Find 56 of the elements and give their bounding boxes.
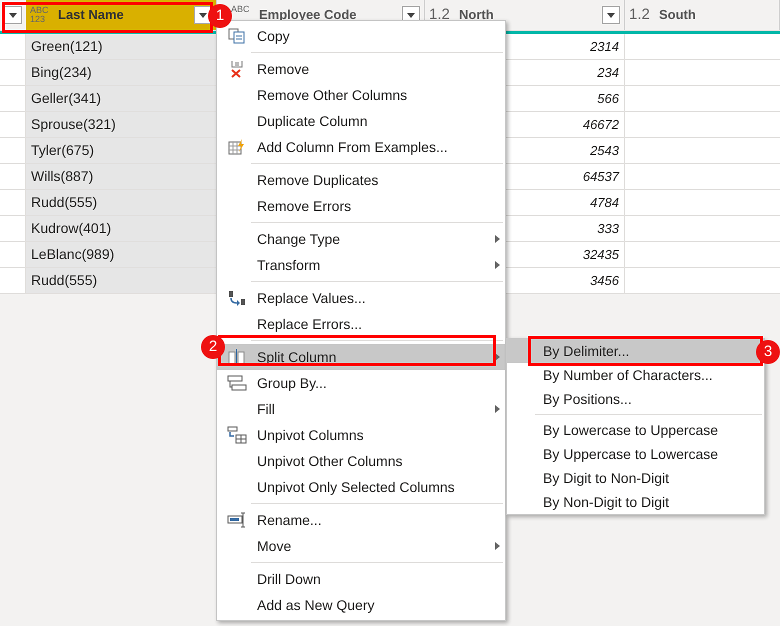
menu-item[interactable]: Group By... bbox=[217, 370, 505, 396]
type-label: ABC bbox=[231, 5, 251, 14]
caret-icon bbox=[607, 12, 615, 18]
delete-column-icon bbox=[229, 60, 245, 78]
menu-item[interactable]: By Uppercase to Lowercase bbox=[507, 442, 764, 466]
filter-button[interactable] bbox=[602, 6, 620, 24]
rename-icon bbox=[227, 512, 247, 528]
table-cell: Rudd(555) bbox=[26, 268, 217, 293]
caret-icon bbox=[199, 12, 207, 18]
menu-item[interactable]: By Lowercase to Uppercase bbox=[507, 418, 764, 442]
menu-item[interactable]: Drill Down bbox=[217, 566, 505, 592]
menu-item[interactable]: Rename... bbox=[217, 507, 505, 533]
header-label: South bbox=[659, 6, 697, 24]
menu-item[interactable]: Move bbox=[217, 533, 505, 559]
table-cell: Bing(234) bbox=[26, 60, 217, 85]
replace-arrow-icon bbox=[228, 290, 246, 306]
type-label: ABC 123 bbox=[30, 6, 50, 24]
table-cell: Kudrow(401) bbox=[26, 216, 217, 241]
header-label: North bbox=[459, 6, 495, 24]
menu-item[interactable]: By Number of Characters... bbox=[507, 363, 764, 387]
menu-item[interactable]: By Non-Digit to Digit bbox=[507, 490, 764, 514]
submenu-arrow-icon bbox=[494, 261, 500, 269]
menu-item[interactable]: Replace Errors... bbox=[217, 311, 505, 337]
menu-item[interactable]: By Positions... bbox=[507, 387, 764, 411]
menu-item[interactable]: Add as New Query bbox=[217, 592, 505, 618]
submenu-arrow-icon bbox=[494, 542, 500, 550]
type-label: 1.2 bbox=[429, 4, 451, 25]
submenu-arrow-icon bbox=[494, 235, 500, 243]
menu-item[interactable]: Unpivot Only Selected Columns bbox=[217, 474, 505, 500]
table-cell: Geller(341) bbox=[26, 86, 217, 111]
menu-item[interactable]: Unpivot Columns bbox=[217, 422, 505, 448]
header-label: Last Name bbox=[58, 6, 125, 24]
type-label: 1.2 bbox=[629, 4, 651, 25]
menu-item[interactable]: Unpivot Other Columns bbox=[217, 448, 505, 474]
menu-item[interactable]: By Digit to Non-Digit bbox=[507, 466, 764, 490]
step-number: 3 bbox=[756, 340, 780, 364]
table-cell: Wills(887) bbox=[26, 164, 217, 189]
table-menu-button[interactable] bbox=[4, 6, 22, 24]
group-by-icon bbox=[227, 375, 247, 391]
submenu-arrow-icon bbox=[494, 405, 500, 413]
header-label: Employee Code bbox=[259, 6, 358, 24]
table-cell: Green(121) bbox=[26, 34, 217, 59]
caret-icon bbox=[9, 12, 17, 18]
table-lightning-icon bbox=[228, 139, 246, 155]
table-cell: Rudd(555) bbox=[26, 190, 217, 215]
copy-icon bbox=[228, 28, 246, 44]
split-column-icon bbox=[228, 348, 246, 366]
menu-item[interactable]: By Delimiter... bbox=[507, 339, 764, 363]
unpivot-icon bbox=[227, 426, 247, 444]
table-cell: Sprouse(321) bbox=[26, 112, 217, 137]
step-number: 2 bbox=[201, 335, 225, 359]
submenu-arrow-icon bbox=[494, 353, 500, 361]
table-cell: LeBlanc(989) bbox=[26, 242, 217, 267]
table-cell: Tyler(675) bbox=[26, 138, 217, 163]
caret-icon bbox=[407, 12, 415, 18]
menu-item[interactable]: Fill bbox=[217, 396, 505, 422]
